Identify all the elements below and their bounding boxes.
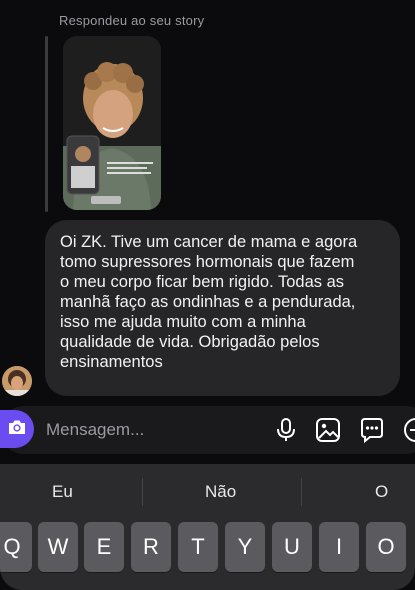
key-t[interactable]: T [178,522,218,572]
message-line: o meu corpo ficar bem rigido. Todas as [60,273,345,291]
message-input[interactable]: Mensagem... [46,420,144,440]
story-thumbnail[interactable] [63,36,161,210]
suggestion-3[interactable]: O [375,482,388,502]
suggestion-divider [301,478,302,506]
message-bubble[interactable]: Oi ZK. Tive um cancer de mama e agora to… [45,220,400,396]
avatar[interactable] [2,366,32,396]
message-line: manhã faço as ondinhas e a pendurada, [60,293,356,311]
key-u[interactable]: U [272,522,312,572]
key-y[interactable]: Y [225,522,265,572]
suggestion-divider [142,478,143,506]
reply-indicator-bar [45,36,48,212]
message-line: ensinamentos [60,353,163,371]
microphone-icon[interactable] [272,416,300,444]
message-line: qualidade de vida. Obrigadão pelos [60,333,320,351]
reply-label: Respondeu ao seu story [59,13,205,28]
camera-icon [7,418,27,441]
message-line: Oi ZK. Tive um cancer de mama e agora [60,233,358,251]
key-e[interactable]: E [84,522,124,572]
key-i[interactable]: I [319,522,359,572]
message-line: isso me ajuda muito com a minha [60,313,306,331]
dm-screen: Respondeu ao seu story Oi ZK. Tive um ca… [0,0,415,590]
key-o[interactable]: O [366,522,406,572]
sticker-icon[interactable] [358,416,386,444]
suggestion-1[interactable]: Eu [52,482,73,502]
message-line: tomo supressores hormonais que fazem [60,253,355,271]
key-w[interactable]: W [38,522,78,572]
gallery-icon[interactable] [314,416,342,444]
key-q[interactable]: Q [0,522,32,572]
suggestion-2[interactable]: Não [205,482,236,502]
add-icon[interactable] [402,416,415,444]
key-r[interactable]: R [131,522,171,572]
